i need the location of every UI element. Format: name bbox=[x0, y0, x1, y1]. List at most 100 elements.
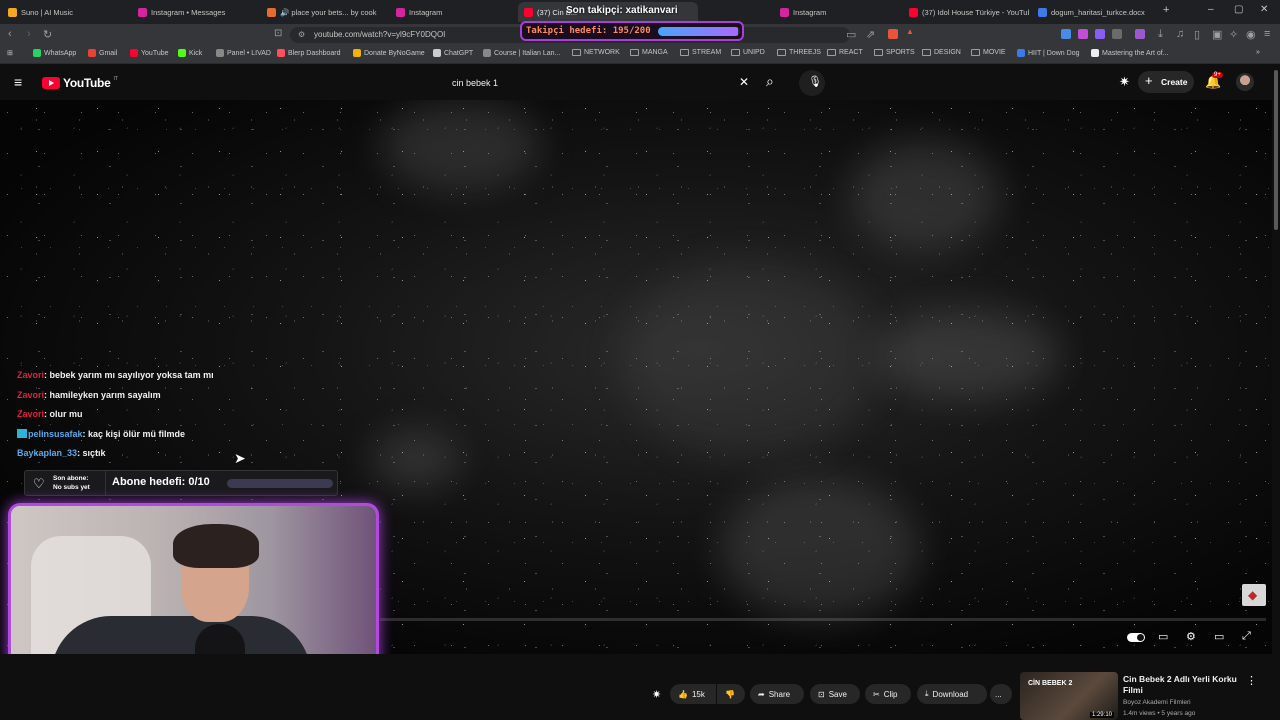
clip-label: Clip bbox=[883, 689, 898, 699]
theater-mode-icon[interactable]: ▭ bbox=[1214, 630, 1224, 643]
more-actions-button[interactable]: ... bbox=[990, 684, 1012, 704]
plus-icon: + bbox=[1145, 73, 1153, 88]
bookmark-react[interactable]: REACT bbox=[827, 49, 863, 56]
tab-instagram[interactable]: Instagram bbox=[396, 2, 516, 22]
recommended-channel-name[interactable]: Boyoz Akademi Filmleri bbox=[1123, 699, 1191, 706]
clip-button[interactable]: ✂ Clip bbox=[865, 684, 911, 704]
instagram-favicon-icon bbox=[138, 7, 147, 17]
bookmark-course-italian-lan[interactable]: Course | Italian Lan... bbox=[483, 49, 560, 57]
folder-icon bbox=[630, 49, 639, 56]
minimize-button[interactable]: – bbox=[1208, 4, 1214, 15]
reload-icon[interactable]: ↻ bbox=[43, 28, 52, 41]
recommended-video-thumbnail[interactable]: CİN BEBEK 2 1:29:10 bbox=[1020, 672, 1118, 720]
clear-search-icon[interactable]: ✕ bbox=[739, 75, 749, 89]
bookmark-favicon-icon bbox=[130, 49, 138, 57]
extension-1-icon[interactable] bbox=[1061, 29, 1071, 39]
search-input[interactable]: cin bebek 1 bbox=[440, 72, 760, 94]
menu-icon[interactable]: ≡ bbox=[1264, 28, 1270, 40]
tab-suno[interactable]: Suno | AI Music bbox=[8, 2, 128, 22]
downloads-icon[interactable]: ⤓ bbox=[1158, 28, 1163, 41]
video-progress-bar[interactable] bbox=[380, 618, 1266, 621]
site-info-icon[interactable]: ⚙ bbox=[298, 27, 305, 43]
bookmark-hiit-down-dog[interactable]: HIIT | Down Dog bbox=[1017, 49, 1080, 57]
bookmark-mastering-the-art-of[interactable]: Mastering the Art of... bbox=[1091, 49, 1169, 57]
video-haze bbox=[380, 100, 540, 190]
close-window-button[interactable]: ✕ bbox=[1260, 4, 1268, 15]
chat-message: Zavori: hamileyken yarım sayalım bbox=[17, 390, 161, 400]
leo-ai-icon[interactable]: ✧ bbox=[1229, 28, 1238, 41]
sidebar-icon[interactable]: ▯ bbox=[1194, 28, 1200, 41]
bookmarks-overflow-button[interactable]: » bbox=[1256, 49, 1260, 56]
yt-extension-gear-icon[interactable]: ✷ bbox=[652, 688, 661, 701]
download-icon: ⤓ bbox=[925, 689, 929, 698]
bookmark-youtube[interactable]: YouTube bbox=[130, 49, 169, 57]
vpn-icon[interactable]: ◉ bbox=[1246, 28, 1256, 41]
share-page-icon[interactable]: ⇗ bbox=[866, 28, 875, 41]
youtube-favicon-icon bbox=[909, 7, 918, 17]
bookmark-sports[interactable]: SPORTS bbox=[874, 49, 915, 56]
new-tab-button[interactable]: + bbox=[1163, 4, 1169, 16]
thumbs-up-icon: 👍 bbox=[678, 689, 688, 699]
apps-grid-icon[interactable]: ⊞ bbox=[7, 49, 13, 57]
bookmark-label: Mastering the Art of... bbox=[1102, 49, 1169, 57]
tab-title: Suno | AI Music bbox=[21, 7, 73, 17]
maximize-button[interactable]: ▢ bbox=[1234, 4, 1243, 15]
bookmark-threejs[interactable]: THREEJS bbox=[777, 49, 821, 56]
bookmark-donate-bynogame[interactable]: Donate ByNoGame bbox=[353, 49, 425, 57]
tab-docx[interactable]: dogum_haritasi_turkce.docx bbox=[1038, 2, 1158, 22]
page-scrollbar-thumb[interactable] bbox=[1274, 70, 1278, 230]
hamburger-menu-icon[interactable]: ≡ bbox=[14, 74, 22, 90]
bookmark-network[interactable]: NETWORK bbox=[572, 49, 620, 56]
dislike-button[interactable]: 👎 bbox=[717, 684, 745, 704]
recommended-video-title[interactable]: Cin Bebek 2 Adlı Yerli Korku Filmi bbox=[1123, 674, 1245, 696]
tab-instagram-2[interactable]: Instagram bbox=[780, 2, 900, 22]
sub-goal-text: Abone hedefi: 0/10 bbox=[112, 476, 210, 488]
like-button[interactable]: 👍 15k bbox=[670, 684, 716, 704]
share-label: Share bbox=[768, 689, 791, 699]
tab-instagram-messages[interactable]: Instagram • Messages bbox=[138, 2, 258, 22]
bookmark-design[interactable]: DESIGN bbox=[922, 49, 961, 56]
bookmark-movie[interactable]: MOVIE bbox=[971, 49, 1006, 56]
subtitles-icon[interactable]: ▭ bbox=[1158, 630, 1168, 643]
tab-place-your-bets[interactable]: 🔊 place your bets... by cookie bbox=[267, 2, 377, 22]
extension-2-icon[interactable] bbox=[1078, 29, 1088, 39]
bookmark-blerp-dashboard[interactable]: Blerp Dashboard bbox=[277, 49, 341, 57]
extension-4-icon[interactable] bbox=[1135, 29, 1145, 39]
extension-3-icon[interactable] bbox=[1095, 29, 1105, 39]
youtube-logo[interactable]: YouTube IT bbox=[42, 76, 118, 90]
autoplay-toggle[interactable] bbox=[1127, 633, 1145, 642]
cast-icon[interactable]: ▭ bbox=[846, 28, 856, 41]
bookmark-manga[interactable]: MANGA bbox=[630, 49, 668, 56]
forward-arrow-icon[interactable]: › bbox=[27, 28, 31, 40]
fullscreen-icon[interactable]: ⤢ bbox=[1242, 630, 1251, 643]
settings-gear-icon[interactable]: ⚙ bbox=[1186, 630, 1196, 643]
back-arrow-icon[interactable]: ‹ bbox=[8, 28, 12, 40]
wallet-icon[interactable]: ▣ bbox=[1212, 28, 1222, 41]
yt-extension-gear-icon[interactable]: ✷ bbox=[1119, 74, 1130, 90]
recommended-more-icon[interactable]: ⋮ bbox=[1246, 674, 1257, 687]
account-avatar[interactable] bbox=[1236, 73, 1254, 91]
chat-message-text: sıçtık bbox=[82, 448, 106, 458]
sub-goal-progress-bar bbox=[227, 479, 333, 488]
tab-idol-house[interactable]: (37) Idol House Türkiye - YouTub bbox=[909, 2, 1029, 22]
bookmark-stream[interactable]: STREAM bbox=[680, 49, 721, 56]
extensions-puzzle-icon[interactable] bbox=[1112, 29, 1122, 39]
search-icon[interactable]: ⌕ bbox=[766, 73, 774, 90]
media-icon[interactable]: ♫ bbox=[1176, 28, 1184, 40]
download-button[interactable]: ⤓ Download bbox=[917, 684, 987, 704]
bookmark-chatgpt[interactable]: ChatGPT bbox=[433, 49, 473, 57]
chat-message: pelinsusafak: kaç kişi ölür mü filmde bbox=[17, 429, 185, 439]
brave-shield-icon[interactable] bbox=[888, 29, 898, 39]
bookmark-panel-livad[interactable]: Panel • LIVAD bbox=[216, 49, 271, 57]
bookmark-unipd[interactable]: UNIPD bbox=[731, 49, 765, 56]
bookmark-whatsapp[interactable]: WhatsApp bbox=[33, 49, 76, 57]
brave-rewards-icon[interactable]: ▲ bbox=[906, 27, 916, 37]
bookmark-star-icon[interactable]: ⊡ bbox=[274, 28, 282, 39]
save-button[interactable]: ⊡ Save bbox=[810, 684, 860, 704]
bookmark-gmail[interactable]: Gmail bbox=[88, 49, 117, 57]
bookmark-label: NETWORK bbox=[584, 49, 620, 56]
bookmark-kick[interactable]: Kick bbox=[178, 49, 202, 57]
video-haze bbox=[620, 260, 880, 460]
chat-message: Zavori: olur mu bbox=[17, 409, 83, 419]
share-button[interactable]: ➦ Share bbox=[750, 684, 804, 704]
